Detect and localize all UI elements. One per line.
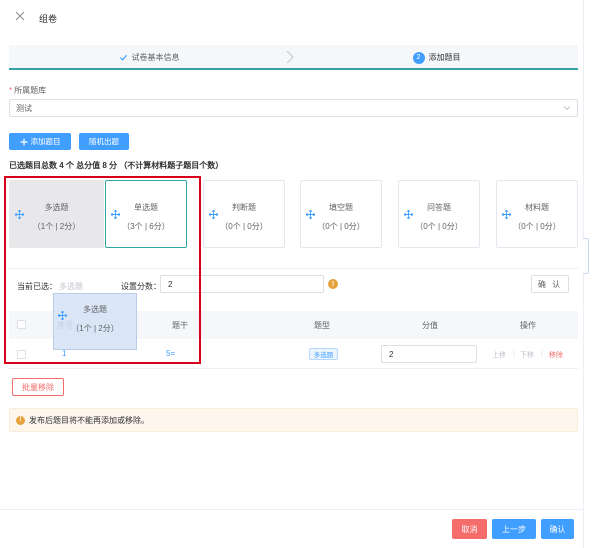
step-label: 添加题目 <box>428 53 461 62</box>
card-name: 问答题 <box>427 203 451 212</box>
chevron-right-icon <box>286 50 294 64</box>
close-icon[interactable] <box>14 10 26 22</box>
card-count: （0个 | 0分） <box>220 222 268 231</box>
question-type-card-judge[interactable]: 判断题 （0个 | 0分） <box>203 180 285 248</box>
question-type-card-qa[interactable]: 问答题 （0个 | 0分） <box>398 180 480 248</box>
random-question-button[interactable]: 随机出题 <box>79 133 129 150</box>
required-mark: * <box>9 86 13 95</box>
bank-select-value: 测试 <box>16 103 32 113</box>
op-divider: | <box>541 350 543 357</box>
move-up-button[interactable]: 上移 <box>492 350 506 360</box>
move-down-button[interactable]: 下移 <box>520 350 534 360</box>
info-icon: ! <box>16 415 25 425</box>
plus-icon <box>20 138 27 145</box>
card-count: （0个 | 0分） <box>317 222 365 231</box>
publish-notice: ! 发布后题目将不能再添加或移除。 <box>9 408 578 432</box>
previous-step-button[interactable]: 上一步 <box>492 519 536 539</box>
step-number-badge: 2 <box>412 51 425 64</box>
bank-select[interactable]: 测试 <box>9 99 578 117</box>
warning-icon[interactable]: ! <box>328 279 338 289</box>
card-count: （0个 | 0分） <box>415 222 463 231</box>
step-basic-info[interactable]: 试卷基本信息 <box>9 45 289 70</box>
card-name: 判断题 <box>232 203 256 212</box>
step-add-questions[interactable]: 2 添加题目 <box>295 45 578 70</box>
right-divider <box>583 0 584 548</box>
batch-remove-button[interactable]: 批量移除 <box>12 378 64 396</box>
column-header-score: 分值 <box>422 321 438 330</box>
add-question-button[interactable]: 添加题目 <box>9 133 71 150</box>
confirm-score-button[interactable]: 确 认 <box>531 275 569 293</box>
op-divider: | <box>513 350 515 357</box>
bank-label: * 所属题库 <box>9 86 47 95</box>
footer-divider <box>0 509 583 510</box>
side-handle[interactable] <box>583 238 589 274</box>
card-name: 材料题 <box>525 203 549 212</box>
column-header-type: 题型 <box>314 321 330 330</box>
question-type-card-material[interactable]: 材料题 （0个 | 0分） <box>496 180 578 248</box>
remove-button[interactable]: 移除 <box>549 350 563 360</box>
selection-summary: 已选题目总数 4 个 总分值 8 分 （不计算材料题子题目个数） <box>9 161 224 170</box>
card-count: （0个 | 0分） <box>513 222 561 231</box>
notice-text: 发布后题目将不能再添加或移除。 <box>29 415 149 425</box>
dialog-title: 组卷 <box>39 14 58 24</box>
column-header-actions: 操作 <box>520 321 536 330</box>
cancel-button[interactable]: 取消 <box>452 519 487 539</box>
step-label: 试卷基本信息 <box>131 53 180 62</box>
check-icon <box>119 54 127 61</box>
highlight-annotation-box <box>4 176 201 364</box>
card-name: 填空题 <box>329 203 353 212</box>
chevron-down-icon <box>563 106 571 111</box>
confirm-button[interactable]: 确认 <box>541 519 574 539</box>
question-type-tag: 多选题 <box>309 348 338 360</box>
question-type-card-fill[interactable]: 填空题 （0个 | 0分） <box>300 180 382 248</box>
row-score-input[interactable]: 2 <box>381 345 477 363</box>
